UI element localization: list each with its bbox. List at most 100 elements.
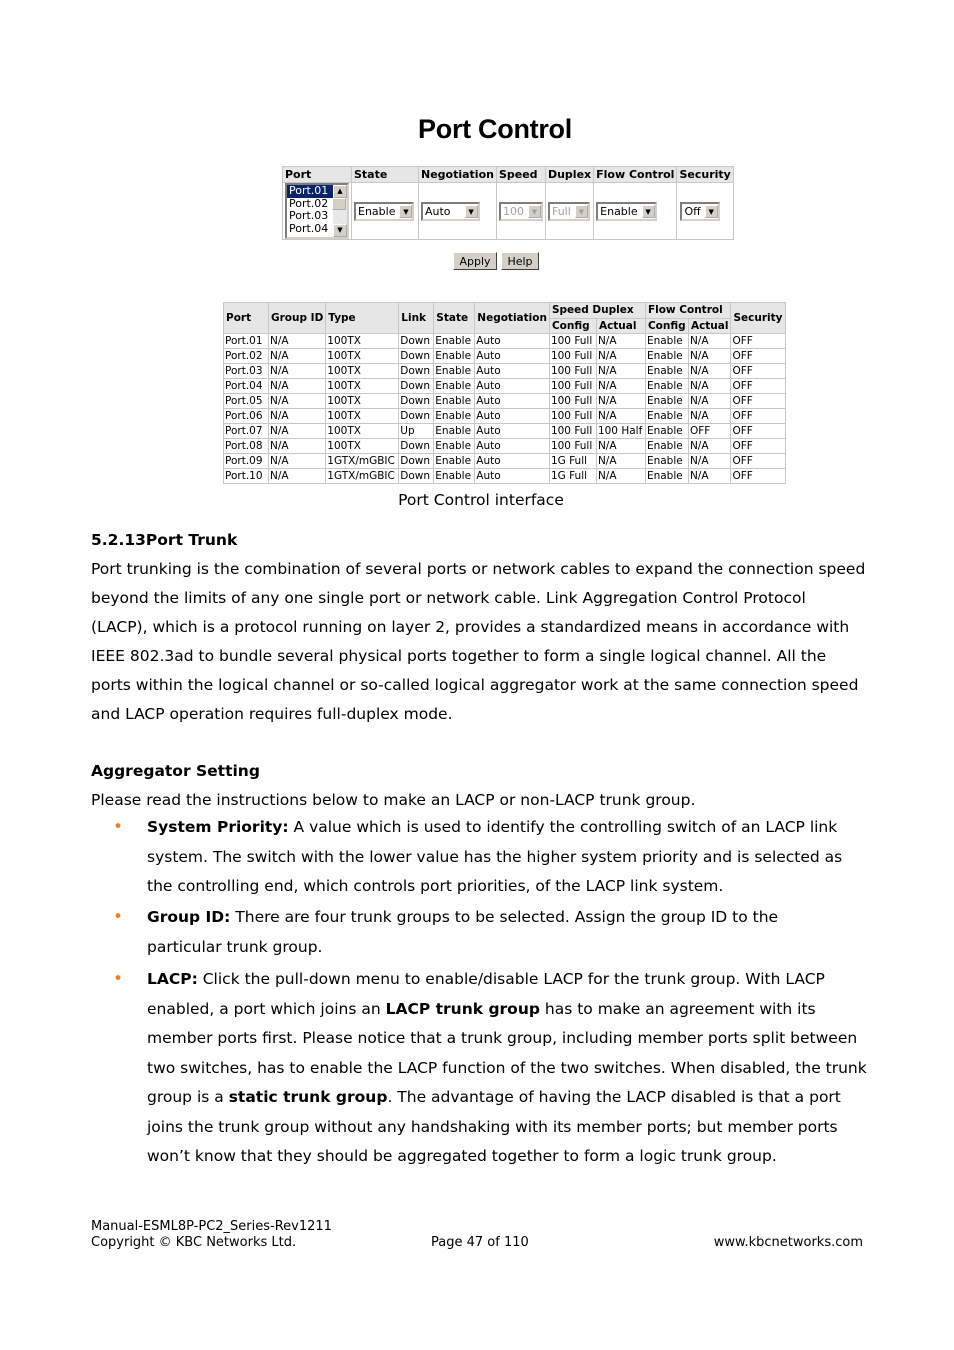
bullet-emphasis: static trunk group xyxy=(228,1088,388,1106)
port-option[interactable]: Port.01 xyxy=(287,184,333,198)
cell-state: Enable xyxy=(433,438,476,454)
port-listbox[interactable]: Port.01 Port.02 Port.03 Port.04 ▲ ▼ xyxy=(285,183,349,239)
col-state: State xyxy=(351,166,419,183)
cell-speed-actual: N/A xyxy=(595,348,646,364)
apply-button[interactable]: Apply xyxy=(453,252,497,270)
th-type: Type xyxy=(325,302,400,334)
bullet-system-priority: • System Priority: A value which is used… xyxy=(91,813,871,902)
col-speed: Speed xyxy=(495,166,546,183)
scroll-up-icon[interactable]: ▲ xyxy=(333,185,347,198)
security-value: Off xyxy=(684,204,701,218)
cell-link: Down xyxy=(398,438,435,454)
cell-flow-config: Enable xyxy=(644,378,689,394)
cell-speed-actual: N/A xyxy=(595,333,646,349)
cell-link: Down xyxy=(398,333,435,349)
cell-security: OFF xyxy=(730,393,786,409)
cell-speed-actual: 100 Half xyxy=(595,423,646,439)
cell-speed-config: 100 Full xyxy=(548,333,597,349)
cell-group-id: N/A xyxy=(267,393,327,409)
cell-flow-actual: N/A xyxy=(687,393,732,409)
col-security: Security xyxy=(676,166,734,183)
cell-security: OFF xyxy=(730,378,786,394)
cell-group-id: N/A xyxy=(267,333,327,349)
cell-link: Down xyxy=(398,348,435,364)
cell-flow-config: Enable xyxy=(644,423,689,439)
cell-group-id: N/A xyxy=(267,363,327,379)
cell-flow-actual: N/A xyxy=(687,348,732,364)
port-option[interactable]: Port.03 xyxy=(287,209,333,223)
chevron-down-icon[interactable]: ▼ xyxy=(464,204,478,218)
intro-text: Please read the instructions below to ma… xyxy=(91,791,696,809)
th-fc-config: Config xyxy=(644,317,689,334)
cell-type: 1GTX/mGBIC xyxy=(325,468,400,484)
cell-negotiation: Auto xyxy=(474,438,550,454)
negotiation-select[interactable]: Auto ▼ xyxy=(421,201,480,221)
chevron-down-icon: ▼ xyxy=(574,204,588,218)
cell-speed-config: 1G Full xyxy=(548,468,597,484)
th-security: Security xyxy=(730,302,786,334)
th-flow-control: Flow Control xyxy=(644,302,732,319)
cell-group-id: N/A xyxy=(267,408,327,424)
cell-flow-config: Enable xyxy=(644,453,689,469)
flow-control-select[interactable]: Enable ▼ xyxy=(596,201,657,221)
cell-flow-actual: OFF xyxy=(687,423,732,439)
cell-link: Down xyxy=(398,363,435,379)
cell-negotiation: Auto xyxy=(474,453,550,469)
cell-flow-config: Enable xyxy=(644,408,689,424)
cell-speed-actual: N/A xyxy=(595,378,646,394)
cell-state: Enable xyxy=(433,408,476,424)
scroll-down-icon[interactable]: ▼ xyxy=(333,224,347,237)
duplex-value: Full xyxy=(551,204,571,218)
subheading: Aggregator Setting xyxy=(91,762,260,780)
cell-negotiation: Auto xyxy=(474,363,550,379)
state-select[interactable]: Enable ▼ xyxy=(354,201,415,221)
chevron-down-icon[interactable]: ▼ xyxy=(399,204,413,218)
cell-type: 100TX xyxy=(325,393,400,409)
port-option[interactable]: Port.04 xyxy=(287,222,333,236)
port-control-title: Port Control xyxy=(418,114,572,144)
cell-flow-actual: N/A xyxy=(687,468,732,484)
cell-negotiation: Auto xyxy=(474,378,550,394)
scroll-thumb[interactable] xyxy=(332,198,346,210)
cell-type: 100TX xyxy=(325,363,400,379)
chevron-down-icon[interactable]: ▼ xyxy=(704,204,718,218)
cell-type: 1GTX/mGBIC xyxy=(325,453,400,469)
speed-select: 100 ▼ xyxy=(498,201,543,221)
cell-group-id: N/A xyxy=(267,423,327,439)
cell-group-id: N/A xyxy=(267,438,327,454)
table-row: Port.01 N/A 100TX Down Enable Auto 100 Full N/A… xyxy=(223,333,786,349)
cell-state: Enable xyxy=(433,363,476,379)
cell-link: Down xyxy=(398,408,435,424)
cell-type: 100TX xyxy=(325,408,400,424)
security-select[interactable]: Off ▼ xyxy=(680,201,720,221)
cell-speed-config: 100 Full xyxy=(548,393,597,409)
listbox-scrollbar[interactable]: ▲ ▼ xyxy=(333,185,347,237)
cell-state: Enable xyxy=(433,333,476,349)
cell-security: OFF xyxy=(730,408,786,424)
cell-speed-actual: N/A xyxy=(595,363,646,379)
table-row: Port.05 N/A 100TX Down Enable Auto 100 Full N/A… xyxy=(223,393,786,409)
chevron-down-icon[interactable]: ▼ xyxy=(641,204,655,218)
footer-manual: Manual-ESML8P-PC2_Series-Rev1211 xyxy=(91,1219,332,1234)
bullet-label: System Priority: xyxy=(147,818,289,836)
cell-state: Enable xyxy=(433,468,476,484)
th-sd-config: Config xyxy=(548,317,597,334)
cell-flow-actual: N/A xyxy=(687,408,732,424)
th-negotiation: Negotiation xyxy=(474,302,550,334)
bullet-lacp: • LACP: Click the pull-down menu to enab… xyxy=(91,965,871,1172)
th-state: State xyxy=(433,302,476,334)
cell-speed-config: 100 Full xyxy=(548,423,597,439)
th-fc-actual: Actual xyxy=(687,317,732,334)
cell-negotiation: Auto xyxy=(474,423,550,439)
cell-speed-config: 100 Full xyxy=(548,438,597,454)
table-row: Port.02 N/A 100TX Down Enable Auto 100 Full N/A… xyxy=(223,348,786,364)
cell-port: Port.04 xyxy=(223,378,269,394)
section-heading: 5.2.13Port Trunk xyxy=(91,531,238,549)
cell-type: 100TX xyxy=(325,423,400,439)
cell-state: Enable xyxy=(433,348,476,364)
negotiation-value: Auto xyxy=(425,204,451,218)
bullet-text: There are four trunk groups to be select… xyxy=(147,908,779,956)
footer-page-number: Page 47 of 110 xyxy=(431,1235,529,1250)
help-button[interactable]: Help xyxy=(501,252,539,270)
cell-flow-config: Enable xyxy=(644,393,689,409)
